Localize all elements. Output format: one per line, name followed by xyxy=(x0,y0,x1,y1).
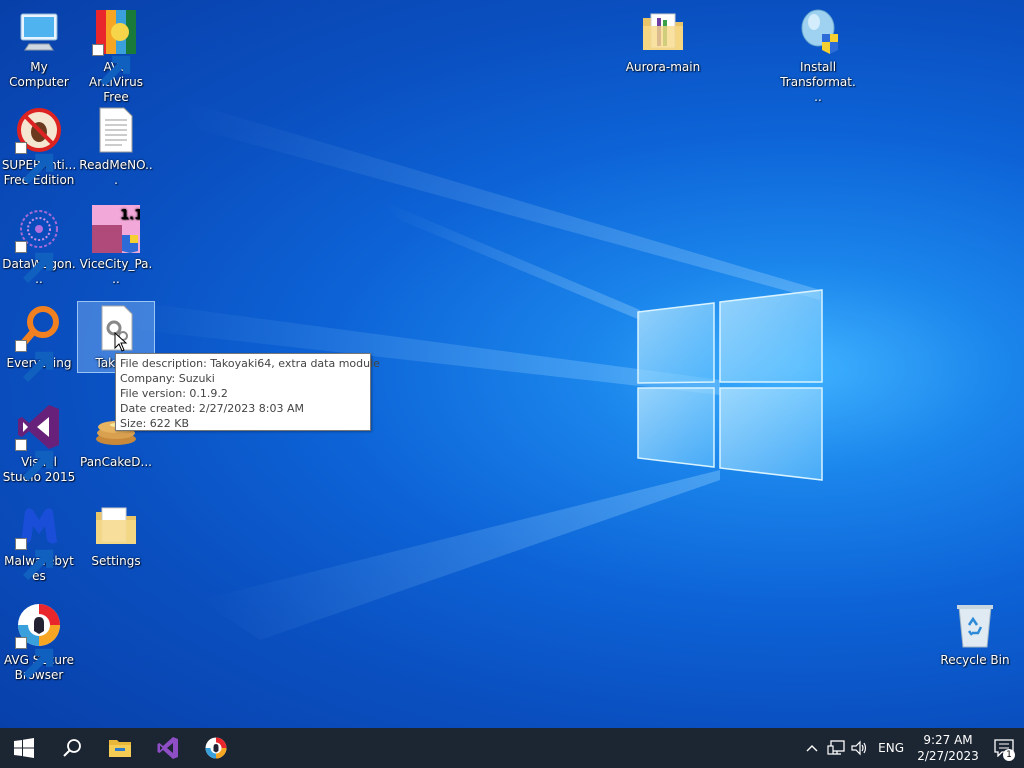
network-button[interactable] xyxy=(824,728,848,768)
taskbar-file-explorer[interactable] xyxy=(96,728,144,768)
tooltip-description: File description: Takoyaki64, extra data… xyxy=(120,357,380,370)
mouse-cursor-icon xyxy=(114,332,128,352)
avg-secure-browser-icon xyxy=(205,737,227,759)
chevron-up-icon xyxy=(806,745,818,752)
visual-studio-icon xyxy=(157,737,178,759)
tooltip-size: Size: 622 KB xyxy=(120,417,190,430)
input-language-indicator[interactable]: ENG xyxy=(878,741,904,755)
search-button[interactable] xyxy=(48,728,96,768)
shortcut-arrow-icon xyxy=(15,439,54,481)
tooltip-company: Company: Suzuki xyxy=(120,372,215,385)
tooltip-date-created: Date created: 2/27/2023 8:03 AM xyxy=(120,402,305,415)
desktop-icon-label: Install Transformat... xyxy=(780,60,856,104)
shortcut-arrow-icon xyxy=(15,340,54,382)
desktop-icon-label: Settings xyxy=(91,554,141,568)
shortcut-arrow-icon xyxy=(15,637,54,679)
file-info-tooltip: File description: Takoyaki64, extra data… xyxy=(115,353,380,431)
text-document-icon xyxy=(99,107,133,153)
desktop-icon-superantispyware[interactable]: SUPERAnti... Free Edition xyxy=(1,106,77,188)
desktop-icon-label: Aurora-main xyxy=(625,60,701,74)
search-icon xyxy=(63,739,81,757)
desktop-icon-my-computer[interactable]: My Computer xyxy=(1,8,77,90)
vicecity-installer-icon: 1.1 xyxy=(92,205,140,253)
desktop-icon-label: PanCakeD... xyxy=(80,455,152,469)
clock-time: 9:27 AM xyxy=(923,733,973,747)
installer-icon xyxy=(801,9,838,54)
notification-count-badge: 1 xyxy=(1003,749,1015,761)
desktop-icon-recycle-bin[interactable]: Recycle Bin xyxy=(937,601,1013,668)
version-badge: 1.1 xyxy=(120,208,140,223)
desktop-icon-vicecity[interactable]: 1.1 ViceCity_Pa... xyxy=(78,205,154,287)
desktop-icon-label: ViceCity_Pa... xyxy=(79,257,153,286)
windows-logo-wallpaper xyxy=(637,289,823,481)
desktop-icon-readme[interactable]: ReadMeNO... xyxy=(78,106,154,188)
desktop-icon-avg-antivirus[interactable]: AVG AntiVirus Free xyxy=(78,8,154,105)
action-center-button[interactable]: 1 xyxy=(984,728,1024,768)
desktop-icon-label: My Computer xyxy=(9,60,69,89)
shortcut-arrow-icon xyxy=(15,538,54,580)
folder-icon xyxy=(643,13,683,50)
taskbar: ENG 9:27 AM 2/27/2023 1 xyxy=(0,728,1024,768)
start-button[interactable] xyxy=(0,728,48,768)
folder-icon xyxy=(96,507,136,544)
desktop-icon-settings-folder[interactable]: Settings xyxy=(78,502,154,569)
recycle-bin-icon xyxy=(957,605,993,648)
clock-date: 2/27/2023 xyxy=(917,749,979,763)
desktop-icon-avg-secure-browser[interactable]: AVG Secure Browser xyxy=(1,601,77,683)
shortcut-arrow-icon xyxy=(15,241,54,283)
desktop-icon-malwarebytes[interactable]: Malwarebytes xyxy=(1,502,77,584)
system-tray: ENG 9:27 AM 2/27/2023 1 xyxy=(800,728,1024,768)
shortcut-arrow-icon xyxy=(15,142,54,184)
taskbar-clock[interactable]: 9:27 AM 2/27/2023 xyxy=(912,732,984,764)
start-icon xyxy=(14,738,34,758)
taskbar-visual-studio[interactable] xyxy=(144,728,192,768)
computer-icon xyxy=(20,13,58,51)
speaker-icon xyxy=(851,740,867,756)
tooltip-version: File version: 0.1.9.2 xyxy=(120,387,228,400)
desktop-icon-aurora-main[interactable]: Aurora-main xyxy=(624,8,702,75)
desktop-icon-label: ReadMeNO... xyxy=(79,158,153,187)
desktop-icon-datawagon[interactable]: DataWagon... xyxy=(1,205,77,287)
volume-button[interactable] xyxy=(848,728,872,768)
desktop-icon-install-transformat[interactable]: Install Transformat... xyxy=(779,8,857,105)
show-hidden-icons-button[interactable] xyxy=(800,728,824,768)
desktop-icon-visual-studio[interactable]: Visual Studio 2015 xyxy=(1,403,77,485)
network-icon xyxy=(827,740,845,755)
taskbar-avg-secure-browser[interactable] xyxy=(192,728,240,768)
shortcut-arrow-icon xyxy=(92,44,131,86)
file-explorer-icon xyxy=(109,740,131,757)
desktop-icon-label: Recycle Bin xyxy=(940,653,1010,667)
desktop-icon-everything[interactable]: Everything xyxy=(1,304,77,382)
